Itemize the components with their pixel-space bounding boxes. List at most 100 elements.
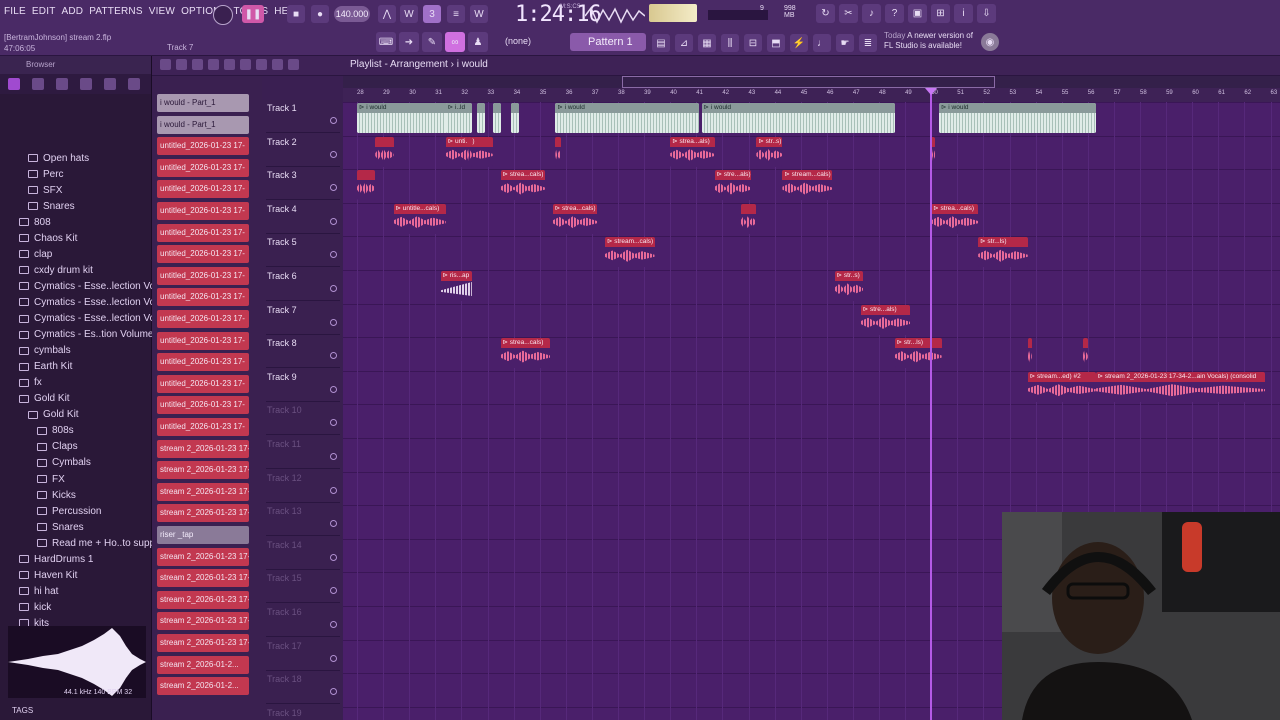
track-mute-icon[interactable] <box>330 587 337 595</box>
track-header[interactable]: Track 9 <box>266 369 340 402</box>
browser-folder[interactable]: Cymatics - Esse..lection Vol 4 <box>19 294 166 310</box>
picker-clip[interactable]: untitled_2026-01-23 17- <box>157 331 249 350</box>
pattern-clip[interactable] <box>492 103 501 133</box>
track-header[interactable]: Track 5 <box>266 234 340 268</box>
refresh-icon[interactable]: ↻ <box>816 4 835 23</box>
pattern-selector[interactable]: Pattern 1 <box>570 33 646 51</box>
picker-clip[interactable]: stream 2_2026-01-23 17- <box>157 504 249 523</box>
picker-clip[interactable]: untitled_2026-01-23 17- <box>157 202 249 220</box>
browser-folder[interactable]: Haven Kit <box>19 567 77 583</box>
picker-clip[interactable]: untitled_2026-01-23 17- <box>157 353 249 372</box>
audio-clip[interactable] <box>740 203 757 234</box>
browser-folder[interactable]: Snares <box>28 198 75 214</box>
playlist-icon[interactable]: ▤ <box>652 34 670 52</box>
pattern-clip[interactable] <box>477 103 485 133</box>
track-mute-icon[interactable] <box>330 385 337 393</box>
browser-folder[interactable]: cymbals <box>19 343 71 359</box>
picker-clip[interactable]: stream 2_2026-01-23 17- <box>157 612 249 631</box>
microphone-icon[interactable]: ♪ <box>862 4 881 23</box>
track-header[interactable]: Track 15 <box>266 570 340 604</box>
tempo-display[interactable]: 140.000 <box>334 6 370 22</box>
browser-folder[interactable]: clap <box>19 246 52 262</box>
track-mute-icon[interactable] <box>330 251 337 259</box>
picker-clip[interactable]: stream 2_2026-01-23 17- <box>157 569 249 588</box>
picker-clip[interactable]: untitled_2026-01-23 17- <box>157 288 249 307</box>
star-icon[interactable] <box>128 78 140 90</box>
pattern-song-toggle-icon[interactable] <box>213 5 233 25</box>
back-icon[interactable] <box>56 78 68 90</box>
plugin-db-icon[interactable] <box>80 78 92 90</box>
track-header[interactable]: Track 19 <box>266 705 340 720</box>
audio-clip[interactable]: ⊳ strea...cals) <box>931 203 979 234</box>
audio-clip[interactable] <box>466 136 472 167</box>
browser-folder[interactable]: Gold Kit <box>28 407 79 423</box>
help-icon[interactable]: ? <box>885 4 904 23</box>
browser-folder[interactable]: Kicks <box>37 487 76 503</box>
slip-tool-icon[interactable] <box>224 59 235 70</box>
picker-clip[interactable]: untitled_2026-01-23 17- <box>157 180 249 199</box>
list-icon[interactable]: ≣ <box>859 34 877 52</box>
audio-clip[interactable]: ⊳ strea...cals) <box>552 203 598 234</box>
mixer-icon[interactable]: ⊞ <box>931 4 950 23</box>
timeline-ruler[interactable]: 28 29 30 31 32 33 34 35 36 37 38 39 40 41 42 43 44 45 46 47… <box>343 88 1280 102</box>
pattern-clip[interactable]: ⊳ i would <box>939 103 1096 133</box>
audio-clip[interactable]: ⊳ ris...ap <box>440 271 472 301</box>
browser-folder[interactable]: Open hats <box>28 150 89 166</box>
browser-folder[interactable]: Cymatics - Esse..lection Vol 2 <box>19 278 166 294</box>
browser-folder[interactable]: Snares <box>37 519 84 535</box>
picker-clip[interactable]: untitled_2026-01-23 17- <box>157 418 249 436</box>
picker-clip[interactable]: stream 2_2026-01-23 17- <box>157 547 249 566</box>
track-mute-icon[interactable] <box>330 419 337 427</box>
browser-folder[interactable]: Cymatics - Es..tion Volume 7 <box>19 327 162 343</box>
overview-viewport[interactable] <box>622 76 995 88</box>
picker-clip[interactable]: untitled_2026-01-23 17- <box>157 310 249 328</box>
track-header[interactable]: Track 10 <box>266 402 340 436</box>
plug-icon[interactable]: ⚡ <box>790 34 808 52</box>
pattern-clip[interactable]: ⊳ i would <box>555 103 699 133</box>
picker-clip[interactable]: stream 2_2026-01-23 17- <box>157 461 249 480</box>
browser-folder[interactable]: Claps <box>37 439 78 455</box>
audio-clip[interactable] <box>375 136 394 167</box>
browser-folder[interactable]: cxdy drum kit <box>19 262 93 278</box>
picker-clip[interactable]: stream 2_2026-01-23 17- <box>157 634 249 652</box>
track-header[interactable]: Track 13 <box>266 503 340 537</box>
track-mute-icon[interactable] <box>330 520 337 528</box>
pattern-clip[interactable]: ⊳ i..ld <box>445 103 472 133</box>
audio-clip[interactable]: ⊳ stream...cals) <box>782 170 832 201</box>
save-icon[interactable]: ▣ <box>908 4 927 23</box>
menu-edit[interactable]: EDIT <box>32 6 56 17</box>
mute-tool-icon[interactable] <box>208 59 219 70</box>
menu-add[interactable]: ADD <box>62 6 84 17</box>
browser-folder[interactable]: fx <box>19 375 42 391</box>
snap-selector[interactable]: (none) <box>505 36 531 46</box>
track-mute-icon[interactable] <box>330 553 337 561</box>
browser-folder[interactable]: hi hat <box>19 583 58 599</box>
picker-clip[interactable]: i would - Part_1 <box>157 115 249 134</box>
paint-tool-icon[interactable] <box>176 59 187 70</box>
audio-clip[interactable]: ⊳ strea...cals) <box>500 170 545 201</box>
audio-clip[interactable]: ⊳ str..s) <box>834 271 864 301</box>
channel-rack-icon[interactable]: ▦ <box>698 34 716 52</box>
wait-input-icon[interactable]: W <box>400 5 418 23</box>
track-header[interactable]: Track 2 <box>266 134 340 167</box>
browser-folder[interactable]: Gold Kit <box>19 391 70 407</box>
track-header[interactable]: Track 14 <box>266 537 340 570</box>
track-mute-icon[interactable] <box>330 352 337 360</box>
audio-clip[interactable]: ⊳ str...ls) <box>894 338 942 369</box>
news-panel[interactable]: Today A newer version of FL Studio is av… <box>884 31 984 51</box>
picker-clip[interactable]: untitled_2026-01-23 17- <box>157 374 249 393</box>
blend-notes-icon[interactable]: ≡ <box>447 5 465 23</box>
picker-clip[interactable]: untitled_2026-01-23 17- <box>157 396 249 415</box>
browser-folder[interactable]: SFX <box>28 182 62 198</box>
browser-folder[interactable]: kick <box>19 599 51 615</box>
track-mute-icon[interactable] <box>330 486 337 494</box>
track-header[interactable]: Track 6 <box>266 268 340 301</box>
track-header[interactable]: Track 7 <box>266 302 340 335</box>
track-mute-icon[interactable] <box>330 184 337 192</box>
menu-file[interactable]: FILE <box>4 6 26 17</box>
track-mute-icon[interactable] <box>330 688 337 696</box>
audio-clip[interactable] <box>1027 338 1032 369</box>
menu-patterns[interactable]: PATTERNS <box>89 6 142 17</box>
audio-clip[interactable]: ⊳ str...ls) <box>978 237 1028 268</box>
browser-view-icon[interactable]: ⊟ <box>744 34 762 52</box>
